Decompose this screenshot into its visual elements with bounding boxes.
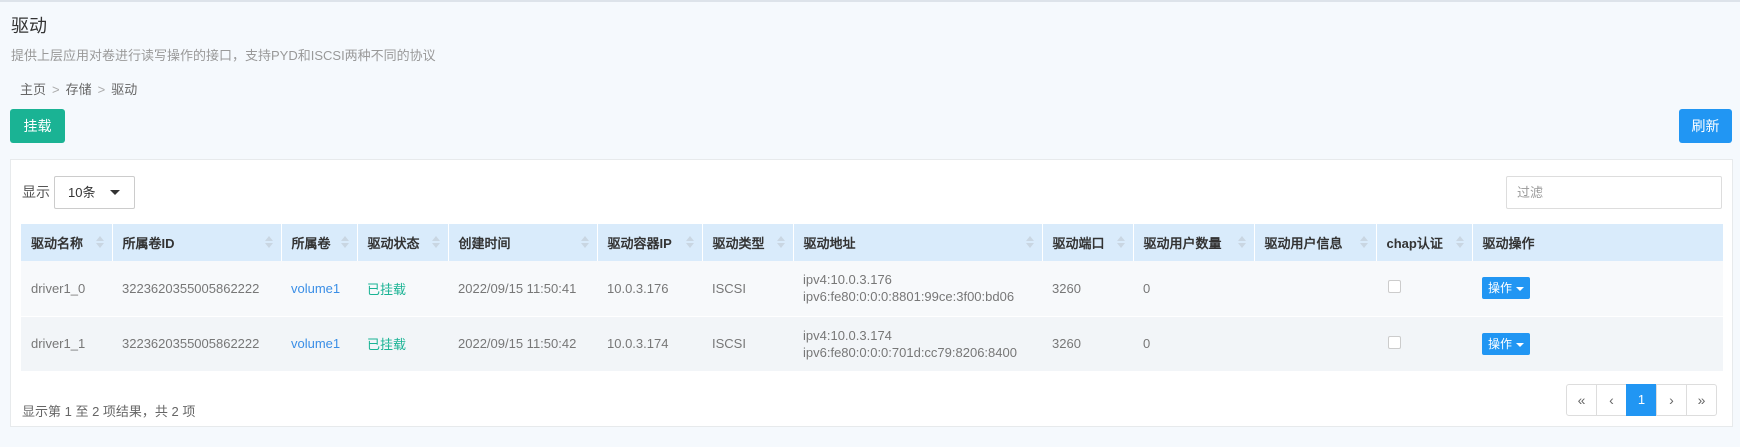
filter-input[interactable]: 过滤 [1506,176,1722,209]
operation-dropdown-button[interactable]: 操作 [1482,277,1531,300]
column-header[interactable]: 驱动容器IP [597,224,703,261]
operation-dropdown-button[interactable]: 操作 [1482,332,1531,355]
driver-type-cell: ISCSI [702,315,793,371]
breadcrumb-separator: > [52,82,60,97]
column-header[interactable]: 所属卷 [281,224,358,261]
driver-port-cell: 3260 [1042,261,1133,316]
page-subtitle: 提供上层应用对卷进行读写操作的接口，支持PYD和ISCSI两种不同的协议 [11,48,436,63]
last-page-button[interactable]: » [1686,384,1717,416]
sort-icon [95,236,104,248]
column-header[interactable]: 驱动状态 [357,224,449,261]
table-header-row: 驱动名称 所属卷ID 所属卷 驱动状态 创建时间 驱动容器IP 驱动类型 驱动地… [21,224,1724,261]
column-header[interactable]: 所属卷ID [112,224,282,261]
volume-id-cell: 3223620355005862222 [112,261,281,316]
status-badge: 已挂载 [367,281,407,297]
driver-type-cell: ISCSI [702,261,793,316]
breadcrumb: 主页 > 存储 > 驱动 [20,79,137,98]
breadcrumb-storage[interactable]: 存储 [66,82,92,97]
address-ipv6: ipv6:fe80:0:0:0:8801:99ce:3f00:bd06 [803,289,1015,305]
column-header: 驱动操作 [1472,224,1724,261]
container-ip-cell: 10.0.3.174 [597,315,702,371]
volume-id-cell: 3223620355005862222 [112,315,281,371]
column-header[interactable]: chap认证 [1376,224,1473,261]
page-title: 驱动 [11,16,47,36]
column-header[interactable]: 驱动用户数量 [1133,224,1255,261]
driver-name-cell: driver1_1 [21,315,112,371]
breadcrumb-current: 驱动 [111,82,138,97]
sort-icon [1359,236,1368,248]
refresh-button[interactable]: 刷新 [1679,109,1732,143]
table-row: driver1_1 3223620355005862222 volume1 已挂… [21,315,1723,371]
sort-icon [1025,236,1034,248]
operation-label: 操作 [1488,281,1513,296]
table-row: driver1_0 3223620355005862222 volume1 已挂… [21,261,1723,316]
column-header[interactable]: 驱动用户信息 [1254,224,1377,261]
pagination: « ‹ 1 › » [1566,384,1717,416]
address-ipv4: ipv4:10.0.3.176 [803,272,892,288]
driver-port-cell: 3260 [1042,315,1133,371]
sort-icon [1455,236,1464,248]
sort-icon [776,236,785,248]
sort-icon [580,236,589,248]
column-header[interactable]: 驱动地址 [793,224,1043,261]
driver-table: 驱动名称 所属卷ID 所属卷 驱动状态 创建时间 驱动容器IP 驱动类型 驱动地… [21,224,1724,371]
driver-table-panel: 显示 10条 过滤 驱动名称 所属卷ID 所属卷 驱动状态 创建时间 驱动容器I… [10,159,1733,427]
caret-down-icon [1516,287,1525,292]
column-header[interactable]: 驱动名称 [21,224,113,261]
address-ipv4: ipv4:10.0.3.174 [803,327,892,343]
table-info: 显示第 1 至 2 项结果，共 2 项 [22,404,196,419]
page-length-select[interactable]: 10条 [54,176,135,209]
user-info-cell [1254,261,1376,316]
next-page-button[interactable]: › [1656,384,1687,416]
first-page-button[interactable]: « [1566,384,1597,416]
chap-checkbox[interactable] [1388,280,1401,294]
sort-icon [1237,236,1246,248]
user-count-cell: 0 [1133,261,1254,316]
column-header[interactable]: 创建时间 [448,224,598,261]
driver-address-cell: ipv4:10.0.3.176 ipv6:fe80:0:0:0:8801:99c… [793,261,1042,316]
created-time-cell: 2022/09/15 11:50:42 [448,315,597,371]
volume-link[interactable]: volume1 [291,281,340,296]
created-time-cell: 2022/09/15 11:50:41 [448,261,597,316]
sort-icon [431,236,440,248]
caret-down-icon [1516,342,1525,347]
page-header: 驱动 提供上层应用对卷进行读写操作的接口，支持PYD和ISCSI两种不同的协议 [11,15,436,64]
sort-icon [685,236,694,248]
page-length-label: 显示 [22,184,50,200]
column-header[interactable]: 驱动类型 [702,224,794,261]
operation-label: 操作 [1488,336,1513,351]
user-count-cell: 0 [1133,315,1254,371]
address-ipv6: ipv6:fe80:0:0:0:701d:cc79:8206:8400 [803,344,1017,360]
prev-page-button[interactable]: ‹ [1596,384,1627,416]
page-button-current[interactable]: 1 [1626,384,1657,416]
page-length-value: 10条 [68,185,96,200]
volume-link[interactable]: volume1 [291,336,340,351]
driver-address-cell: ipv4:10.0.3.174 ipv6:fe80:0:0:0:701d:cc7… [793,315,1042,371]
sort-icon [1116,236,1125,248]
column-header[interactable]: 驱动端口 [1042,224,1134,261]
driver-name-cell: driver1_0 [21,261,112,316]
container-ip-cell: 10.0.3.176 [597,261,702,316]
mount-button[interactable]: 挂载 [10,109,65,143]
caret-down-icon [110,190,120,195]
breadcrumb-separator: > [97,82,106,97]
status-badge: 已挂载 [367,337,407,353]
user-info-cell [1254,315,1376,371]
sort-icon [340,236,349,248]
breadcrumb-home[interactable]: 主页 [20,82,46,97]
chap-checkbox[interactable] [1388,335,1401,349]
sort-icon [264,236,273,248]
